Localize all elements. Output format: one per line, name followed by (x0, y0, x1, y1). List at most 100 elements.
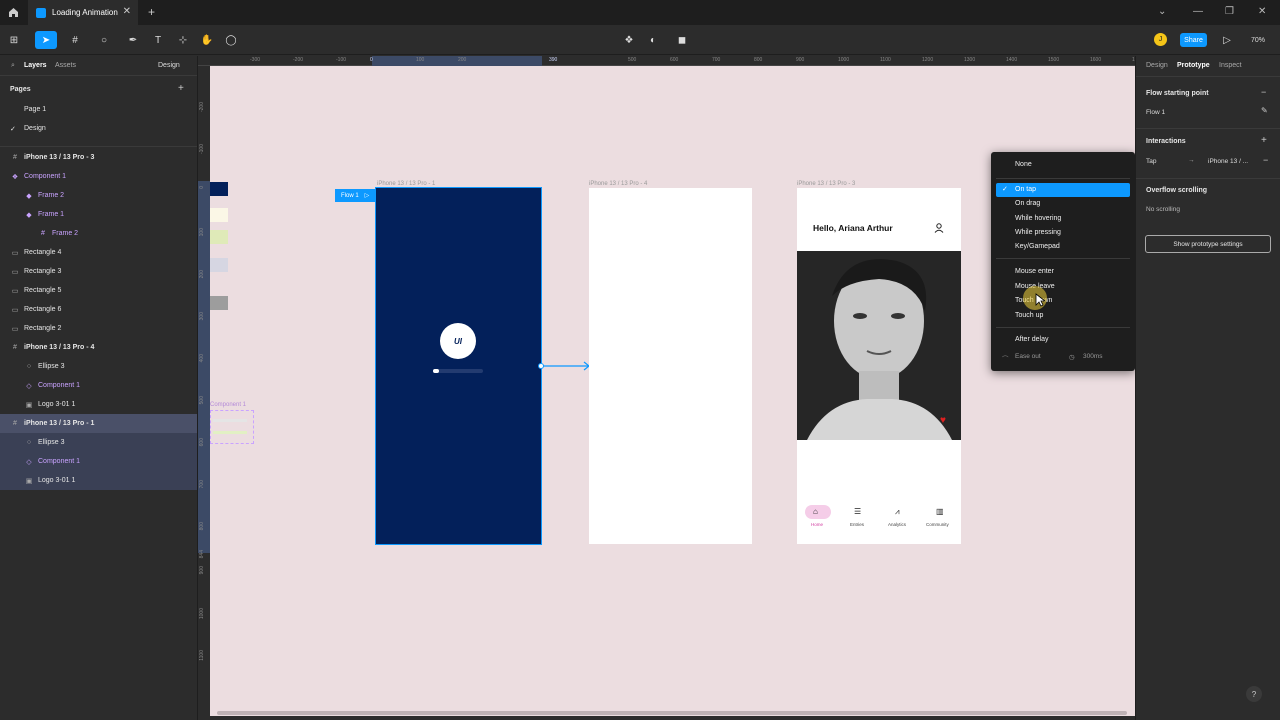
swatch-gray[interactable] (210, 296, 228, 310)
layer-row[interactable]: ▭ Rectangle 5 (0, 281, 197, 300)
destination-label[interactable]: iPhone 13 / ... (1208, 158, 1248, 165)
page-item-current[interactable]: Design (24, 125, 46, 132)
layer-row[interactable]: ○ Ellipse 3 (0, 357, 197, 376)
menu-item-on-tap[interactable]: On tap (1015, 186, 1036, 193)
layer-row[interactable]: ▣ Logo 3-01 1 (0, 395, 197, 414)
minimize-icon[interactable]: — (1193, 6, 1203, 17)
add-page-icon[interactable]: + (178, 83, 184, 94)
iphone-frame-1[interactable]: UI (375, 187, 542, 545)
layer-row[interactable]: # iPhone 13 / 13 Pro - 1 (0, 414, 197, 433)
restore-icon[interactable]: ❐ (1225, 6, 1234, 17)
swatch-navy[interactable] (210, 182, 228, 196)
component-frame[interactable] (210, 410, 254, 444)
contrast-icon[interactable]: ◐ (646, 31, 660, 49)
flow-start-tag[interactable]: Flow 1 ▷ (335, 189, 376, 202)
tab-design[interactable]: Design (1146, 62, 1168, 69)
play-icon: ▷ (364, 193, 370, 199)
add-interaction-icon[interactable]: + (1261, 135, 1267, 146)
menu-item-while-hovering[interactable]: While hovering (1015, 215, 1061, 222)
analytics-icon[interactable]: ⩘ (895, 507, 900, 517)
menu-item-none[interactable]: None (1015, 161, 1032, 168)
tab-assets[interactable]: Assets (55, 62, 76, 69)
main-menu-icon[interactable]: ⊞ (6, 31, 22, 49)
hand-tool-icon[interactable]: ✋ (200, 31, 214, 49)
menu-item-after-delay[interactable]: After delay (1015, 336, 1048, 343)
present-icon[interactable]: ▷ (1220, 31, 1234, 49)
text-tool-icon[interactable]: T (151, 31, 165, 49)
remove-interaction-icon[interactable]: − (1263, 155, 1268, 165)
ruler-tick-label: 100 (416, 57, 425, 63)
menu-item-on-drag[interactable]: On drag (1015, 200, 1040, 207)
avatar[interactable]: J (1154, 33, 1167, 46)
layer-row[interactable]: ▣ Logo 3-01 1 (0, 471, 197, 490)
tab-inspect[interactable]: Inspect (1219, 62, 1242, 69)
swatch-lime[interactable] (210, 230, 228, 244)
close-tab-icon[interactable]: ✕ (123, 6, 131, 17)
resources-icon[interactable]: ⊹ (176, 31, 190, 49)
prototype-connection-arrow[interactable] (538, 359, 592, 373)
zoom-level[interactable]: 70% (1246, 31, 1270, 49)
close-window-icon[interactable]: ✕ (1258, 6, 1266, 17)
menu-item-mouse-enter[interactable]: Mouse enter (1015, 268, 1054, 275)
menu-item-key-gamepad[interactable]: Key/Gamepad (1015, 243, 1060, 250)
layer-row[interactable]: # Frame 2 (0, 224, 197, 243)
swatch-cream[interactable] (210, 208, 228, 222)
show-prototype-settings-button[interactable]: Show prototype settings (1145, 235, 1271, 253)
layer-row[interactable]: ▭ Rectangle 4 (0, 243, 197, 262)
page-item[interactable]: Page 1 (24, 106, 46, 113)
layer-row[interactable]: # iPhone 13 / 13 Pro - 3 (0, 148, 197, 167)
layer-row[interactable]: ◇ Component 1 (0, 452, 197, 471)
flow-name[interactable]: Flow 1 (1146, 109, 1165, 116)
document-tab[interactable]: Loading Animation ✕ (28, 0, 138, 25)
layer-row[interactable]: ◆ Frame 2 (0, 186, 197, 205)
layer-row[interactable]: ◆ Frame 1 (0, 205, 197, 224)
share-button[interactable]: Share (1180, 33, 1207, 47)
shape-tool-icon[interactable]: ○ (95, 31, 113, 49)
ruler-tick-label: 1000 (838, 57, 850, 63)
comment-tool-icon[interactable]: ◯ (224, 31, 238, 49)
layer-label: Ellipse 3 (38, 363, 65, 370)
design-page-dropdown[interactable]: Design (158, 62, 180, 69)
component-icon[interactable]: ❖ (622, 31, 636, 49)
nav-label-analytics[interactable]: Analytics (888, 522, 906, 527)
menu-item-while-pressing[interactable]: While pressing (1015, 229, 1061, 236)
layer-type-icon: ▣ (25, 477, 33, 485)
layer-row[interactable]: ▭ Rectangle 2 (0, 319, 197, 338)
layer-label: iPhone 13 / 13 Pro - 3 (24, 154, 95, 161)
horizontal-scrollbar[interactable] (217, 711, 1127, 715)
home-icon[interactable] (6, 5, 21, 20)
swatch-lavender[interactable] (210, 258, 228, 272)
nav-label-entries[interactable]: Entries (850, 522, 864, 527)
layer-row[interactable]: ▭ Rectangle 3 (0, 262, 197, 281)
chevron-down-icon[interactable]: ⌄ (1158, 6, 1166, 17)
menu-item-touch-up[interactable]: Touch up (1015, 312, 1043, 319)
frame-tool-icon[interactable]: # (66, 31, 84, 49)
entries-icon[interactable]: ☰ (854, 507, 861, 516)
frame-label: iPhone 13 / 13 Pro - 4 (589, 181, 648, 187)
layer-row[interactable]: ○ Ellipse 3 (0, 433, 197, 452)
nav-label-community[interactable]: Community (926, 522, 949, 527)
community-icon[interactable]: ▥ (936, 507, 944, 516)
edit-icon[interactable]: ✎ (1261, 106, 1268, 115)
tab-prototype[interactable]: Prototype (1177, 62, 1210, 69)
search-icon[interactable]: ⌕ (11, 62, 15, 70)
iphone-frame-4[interactable] (589, 188, 752, 544)
pen-tool-icon[interactable]: ✒ (124, 31, 142, 49)
overflow-select[interactable]: No scrolling (1146, 206, 1180, 213)
nav-label-home[interactable]: Home (811, 522, 823, 527)
layer-row[interactable]: ◇ Component 1 (0, 376, 197, 395)
trigger-label[interactable]: Tap (1146, 158, 1156, 165)
layer-row[interactable]: # iPhone 13 / 13 Pro - 4 (0, 338, 197, 357)
remove-flow-icon[interactable]: − (1261, 87, 1266, 97)
layer-row[interactable]: ❖ Component 1 (0, 167, 197, 186)
new-tab-icon[interactable]: + (148, 5, 155, 19)
home-icon[interactable]: ⌂ (813, 507, 818, 516)
tab-layers[interactable]: Layers (24, 62, 47, 69)
move-tool-icon[interactable]: ➤ (35, 31, 57, 49)
boolean-icon[interactable]: ◼ (672, 31, 692, 49)
heart-icon[interactable]: ♥ (940, 415, 946, 426)
layer-row[interactable]: ▭ Rectangle 6 (0, 300, 197, 319)
iphone-frame-3[interactable]: Hello, Ariana Arthur ♥ ⌂ ☰ ⩘ ▥ Home Entr… (797, 188, 961, 544)
help-button[interactable]: ? (1246, 686, 1262, 702)
pointer-cursor-icon (1035, 293, 1045, 307)
